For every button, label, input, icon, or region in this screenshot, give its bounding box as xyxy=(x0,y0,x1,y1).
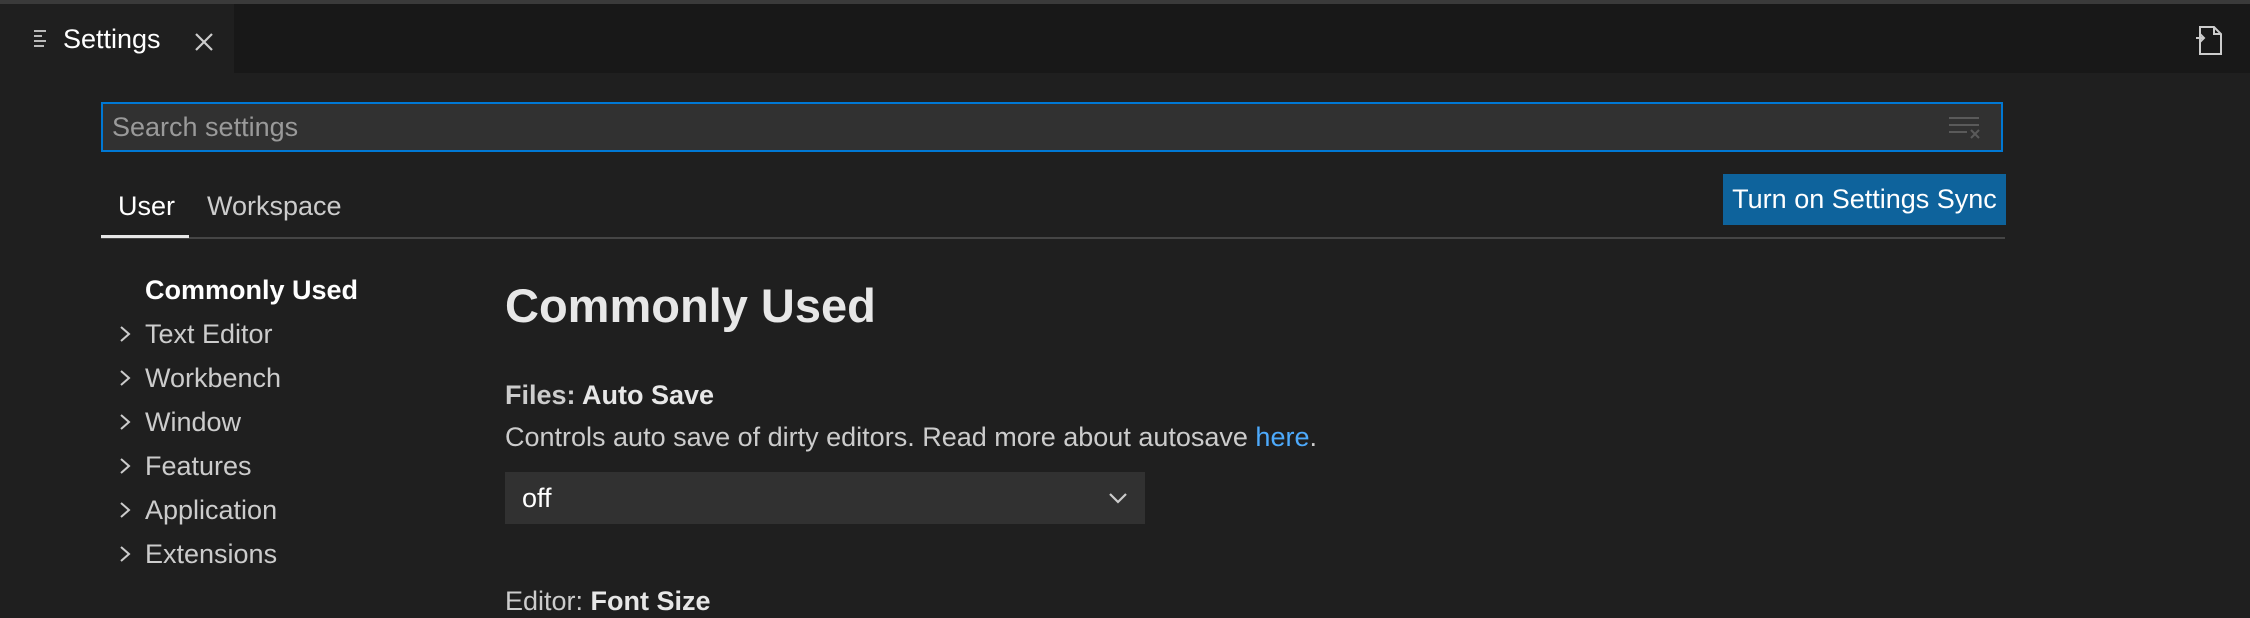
chevron-right-icon xyxy=(120,546,131,562)
toc-item-label: Text Editor xyxy=(145,319,273,349)
toc-item-label: Window xyxy=(145,407,242,437)
clear-filter-icon[interactable] xyxy=(1947,114,1981,140)
active-tab-indicator xyxy=(101,235,189,238)
toc-item-window[interactable]: Window xyxy=(101,402,431,442)
chevron-right-icon xyxy=(120,502,131,518)
toc-item-text-editor[interactable]: Text Editor xyxy=(101,314,431,354)
autosave-docs-link[interactable]: here xyxy=(1255,422,1309,452)
auto-save-dropdown[interactable]: off xyxy=(505,472,1145,524)
toc-item-extensions[interactable]: Extensions xyxy=(101,534,431,574)
toc-item-workbench[interactable]: Workbench xyxy=(101,358,431,398)
chevron-right-icon xyxy=(120,414,131,430)
settings-editor-tab[interactable]: Settings xyxy=(0,4,234,73)
toc-item-label: Features xyxy=(145,451,252,481)
toc-item-features[interactable]: Features xyxy=(101,446,431,486)
chevron-down-icon xyxy=(1109,493,1127,504)
tab-title: Settings xyxy=(63,24,161,54)
tab-workspace[interactable]: Workspace xyxy=(207,186,342,226)
auto-save-selected-value: off xyxy=(522,483,552,513)
settings-editor-icon xyxy=(34,30,46,47)
toc-item-label: Workbench xyxy=(145,363,282,393)
toc-item-label: Extensions xyxy=(145,539,278,569)
chevron-right-icon xyxy=(120,326,131,342)
toc-item-application[interactable]: Application xyxy=(101,490,431,530)
toc-item-label: Commonly Used xyxy=(145,275,359,305)
setting-title-auto-save: Files: Auto Save xyxy=(505,378,714,412)
open-settings-json-icon[interactable] xyxy=(2194,24,2226,58)
search-input[interactable] xyxy=(103,104,1943,150)
setting-name: Auto Save xyxy=(582,380,715,410)
scope-tabs-divider xyxy=(101,237,2005,239)
close-icon[interactable] xyxy=(192,30,216,54)
turn-on-settings-sync-button[interactable]: Turn on Settings Sync xyxy=(1723,174,2006,225)
tab-user[interactable]: User xyxy=(118,186,175,226)
description-text: Controls auto save of dirty editors. Rea… xyxy=(505,422,1256,452)
description-end: . xyxy=(1309,422,1317,452)
section-title: Commonly Used xyxy=(505,279,876,332)
setting-category: Files: xyxy=(505,380,583,410)
setting-description-auto-save: Controls auto save of dirty editors. Rea… xyxy=(505,420,1317,454)
setting-title-font-size: Editor: Font Size xyxy=(505,584,711,618)
toc-item-label: Application xyxy=(145,495,278,525)
search-settings-field[interactable] xyxy=(101,102,2003,152)
editor-tab-bar: Settings xyxy=(0,4,2250,73)
chevron-right-icon xyxy=(120,370,131,386)
toc-item-commonly-used[interactable]: Commonly Used xyxy=(101,270,431,310)
setting-category: Editor: xyxy=(505,586,591,616)
setting-name: Font Size xyxy=(590,586,711,616)
chevron-right-icon xyxy=(120,458,131,474)
